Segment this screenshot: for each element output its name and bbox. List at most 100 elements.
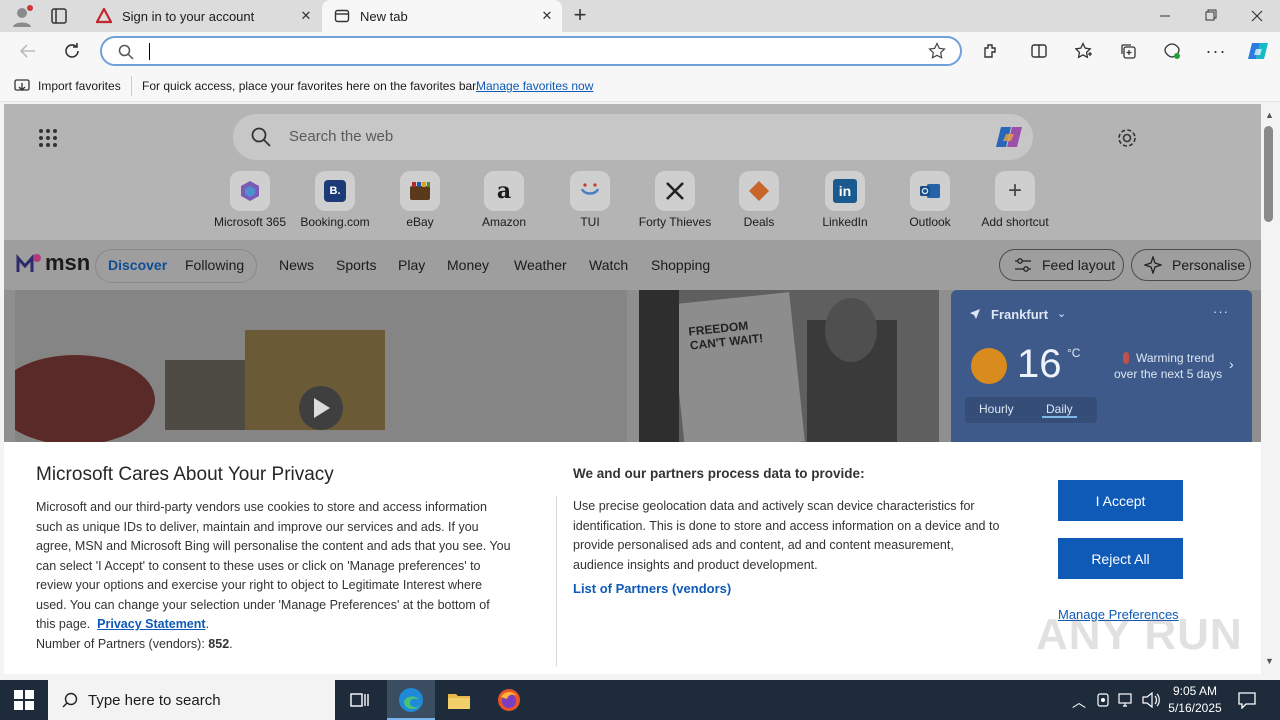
- taskbar-time: 9:05 AM: [1172, 684, 1218, 698]
- news-photo-card[interactable]: FREEDOM CAN'T WAIT!: [639, 290, 939, 450]
- apps-grid-icon[interactable]: [38, 128, 58, 148]
- nav-watch[interactable]: Watch: [589, 257, 628, 273]
- scroll-thumb[interactable]: [1264, 126, 1273, 222]
- address-bar[interactable]: [100, 36, 962, 66]
- city-chevron-down-icon[interactable]: ⌄: [1057, 307, 1066, 320]
- tui-icon: [570, 171, 610, 211]
- privacy-statement-link[interactable]: Privacy Statement: [97, 617, 205, 631]
- weather-city[interactable]: Frankfurt: [991, 307, 1048, 322]
- thermometer-icon: [1123, 352, 1129, 364]
- nav-weather[interactable]: Weather: [514, 257, 567, 273]
- favorites-icon[interactable]: [1069, 36, 1099, 66]
- weather-card[interactable]: Frankfurt ⌄ ··· 16 °C Warming trend over…: [951, 290, 1252, 450]
- play-icon[interactable]: [299, 386, 343, 430]
- weather-more-icon[interactable]: ···: [1213, 304, 1229, 319]
- reject-all-button[interactable]: Reject All: [1058, 538, 1183, 579]
- quick-link-booking[interactable]: B. Booking.com: [293, 169, 377, 229]
- favorite-star-icon[interactable]: [928, 42, 946, 60]
- quick-link-forty-thieves[interactable]: Forty Thieves: [633, 169, 717, 229]
- ebay-icon: [400, 171, 440, 211]
- taskbar-search-box[interactable]: Type here to search: [48, 680, 335, 720]
- taskbar-clock[interactable]: 9:05 AM 5/16/2025: [1166, 683, 1224, 717]
- firefox-icon[interactable]: [497, 688, 521, 712]
- tab-discover[interactable]: Discover: [108, 257, 167, 273]
- tab-new-tab[interactable]: New tab ✕: [322, 0, 562, 32]
- volume-icon[interactable]: [1142, 692, 1160, 708]
- new-tab-header: Search the web Microsoft 365 B. Booking.…: [4, 104, 1261, 240]
- quick-link-tui[interactable]: TUI: [548, 169, 632, 229]
- refresh-button[interactable]: [57, 36, 87, 66]
- close-tab-icon[interactable]: ✕: [291, 1, 321, 31]
- nav-news[interactable]: News: [279, 257, 314, 273]
- page-scrollbar[interactable]: ▲ ▼: [1261, 104, 1280, 674]
- file-explorer-icon[interactable]: [447, 690, 471, 710]
- accept-button[interactable]: I Accept: [1058, 480, 1183, 521]
- nav-money[interactable]: Money: [447, 257, 489, 273]
- partners-count: 852: [208, 636, 230, 651]
- taskbar-edge-icon[interactable]: [387, 680, 435, 720]
- quick-link-amazon[interactable]: a Amazon: [462, 169, 546, 229]
- personalise-button[interactable]: Personalise: [1131, 249, 1251, 281]
- sliders-icon: [1015, 258, 1031, 272]
- tab-sign-in[interactable]: Sign in to your account ✕: [84, 0, 321, 32]
- collections-icon[interactable]: [1113, 36, 1143, 66]
- add-shortcut-button[interactable]: + Add shortcut: [973, 169, 1057, 229]
- consent-body-line: can select 'I Accept' to consent to thes…: [36, 558, 481, 573]
- copilot-search-icon[interactable]: [994, 122, 1024, 152]
- split-screen-icon[interactable]: [1024, 36, 1054, 66]
- weather-tab-daily[interactable]: Daily: [1042, 402, 1077, 418]
- weather-unit: °C: [1067, 346, 1081, 360]
- nav-sports[interactable]: Sports: [336, 257, 376, 273]
- nav-shopping[interactable]: Shopping: [651, 257, 710, 273]
- msn-logo[interactable]: msn: [16, 250, 90, 276]
- purposes-line: provide personalised ads and content, ad…: [573, 538, 954, 552]
- feed-layout-button[interactable]: Feed layout: [999, 249, 1124, 281]
- import-favorites-icon[interactable]: [14, 78, 30, 94]
- taskbar-search-placeholder: Type here to search: [88, 691, 221, 709]
- import-favorites-button[interactable]: Import favorites: [38, 79, 121, 93]
- quick-link-deals[interactable]: Deals: [717, 169, 801, 229]
- amazon-icon: a: [484, 171, 524, 211]
- purposes-line: audience insights and product developmen…: [573, 557, 818, 572]
- new-tab-button[interactable]: +: [568, 4, 592, 28]
- partners-count-line: Number of Partners (vendors): 852.: [36, 636, 233, 651]
- scroll-down-icon[interactable]: ▼: [1265, 656, 1274, 666]
- quick-link-linkedin[interactable]: in LinkedIn: [803, 169, 887, 229]
- taskbar-date: 5/16/2025: [1168, 701, 1222, 715]
- more-menu-icon[interactable]: ···: [1201, 36, 1231, 66]
- new-tab-favicon-icon: [334, 8, 350, 24]
- restore-button[interactable]: [1196, 8, 1226, 24]
- extensions-icon[interactable]: [976, 36, 1006, 66]
- quick-link-label: Amazon: [481, 215, 527, 229]
- browser-essentials-icon[interactable]: [1157, 36, 1187, 66]
- close-window-button[interactable]: [1242, 8, 1272, 24]
- manage-favorites-link[interactable]: Manage favorites now: [476, 79, 593, 93]
- copilot-icon[interactable]: [1243, 36, 1273, 66]
- start-button[interactable]: [14, 690, 34, 710]
- task-view-icon[interactable]: [350, 691, 370, 709]
- page-settings-gear-icon[interactable]: [1116, 127, 1138, 149]
- weather-next-chevron-icon[interactable]: ›: [1229, 356, 1234, 372]
- video-card[interactable]: [15, 290, 627, 450]
- tab-favicon-icon: [96, 8, 112, 24]
- quick-link-ebay[interactable]: eBay: [378, 169, 462, 229]
- quick-link-outlook[interactable]: Outlook: [888, 169, 972, 229]
- minimize-button[interactable]: [1150, 8, 1180, 24]
- purposes-line: identification. This is done to store an…: [573, 518, 1000, 533]
- scroll-up-icon[interactable]: ▲: [1265, 110, 1274, 120]
- quick-link-microsoft-365[interactable]: Microsoft 365: [208, 169, 292, 229]
- web-search-box[interactable]: Search the web: [233, 114, 1033, 160]
- network-icon[interactable]: [1118, 692, 1136, 708]
- nav-play[interactable]: Play: [398, 257, 425, 273]
- list-of-partners-link[interactable]: List of Partners (vendors): [573, 581, 731, 596]
- notifications-icon[interactable]: [1238, 691, 1256, 709]
- back-button[interactable]: [13, 36, 43, 66]
- tab-actions-icon[interactable]: [50, 7, 68, 25]
- tray-overflow-icon[interactable]: ︿: [1072, 692, 1086, 712]
- tray-device-icon[interactable]: [1096, 692, 1110, 708]
- tab-following[interactable]: Following: [185, 257, 244, 273]
- profile-icon[interactable]: [10, 4, 34, 28]
- web-search-placeholder: Search the web: [289, 128, 394, 145]
- close-tab-icon[interactable]: ✕: [532, 1, 562, 31]
- weather-tab-hourly[interactable]: Hourly: [979, 402, 1014, 416]
